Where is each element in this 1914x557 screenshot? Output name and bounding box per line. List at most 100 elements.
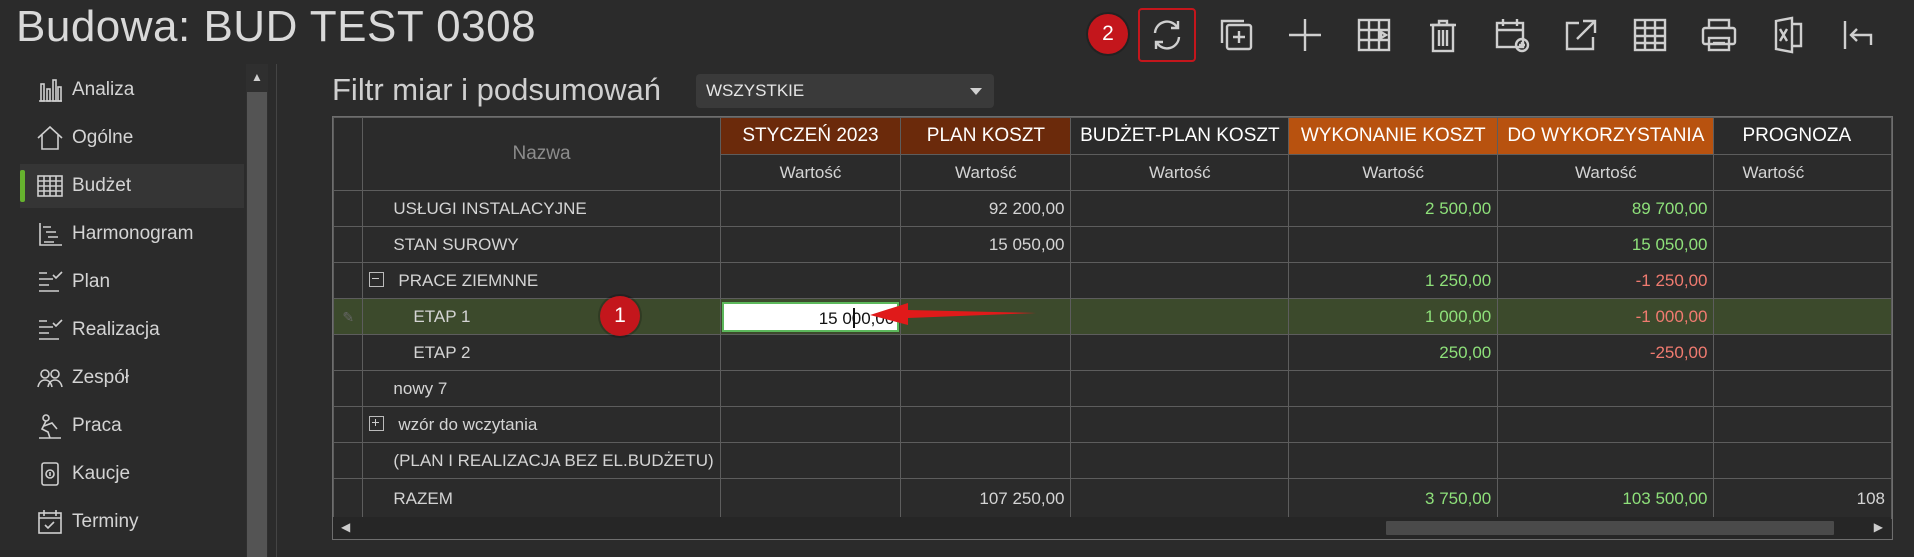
cell[interactable] xyxy=(900,442,1072,479)
row-selector[interactable] xyxy=(333,370,364,407)
cell[interactable] xyxy=(900,406,1072,443)
cell[interactable] xyxy=(1288,442,1499,479)
delete-button[interactable] xyxy=(1414,8,1472,62)
cell[interactable]: 1 250,00 xyxy=(1288,262,1499,299)
scroll-up-arrow-icon[interactable]: ▲ xyxy=(246,70,268,90)
row-name[interactable]: STAN SUROWY xyxy=(362,226,721,263)
insert-table-button[interactable] xyxy=(1345,8,1403,62)
column-header-do-wykorzystania[interactable]: DO WYKORZYSTANIA xyxy=(1497,117,1715,155)
scroll-thumb[interactable] xyxy=(247,92,267,557)
sidebar-item-kaucje[interactable]: Kaucje xyxy=(20,452,244,496)
sidebar-item-terminy[interactable]: Terminy xyxy=(20,500,244,544)
cell[interactable] xyxy=(1713,334,1892,371)
expand-icon[interactable] xyxy=(369,415,385,431)
cell[interactable] xyxy=(1070,334,1290,371)
grid-button[interactable] xyxy=(1621,8,1679,62)
sidebar-item-plan[interactable]: Plan xyxy=(20,260,244,304)
grid-horizontal-scrollbar[interactable]: ◀ ▶ xyxy=(333,517,1891,539)
row-name-cell[interactable]: PRACE ZIEMNNE xyxy=(362,262,721,299)
table-row-selected[interactable]: ✎ ETAP 1 15 000,00 1 000,00 -1 000,00 xyxy=(333,298,1892,335)
cell[interactable] xyxy=(900,370,1072,407)
cell[interactable] xyxy=(1070,190,1290,227)
cell[interactable] xyxy=(1288,226,1499,263)
refresh-button[interactable] xyxy=(1138,8,1196,62)
row-name[interactable]: ETAP 2 xyxy=(362,334,721,371)
cell[interactable] xyxy=(1070,442,1290,479)
cell[interactable] xyxy=(1288,406,1499,443)
table-row[interactable]: (PLAN I REALIZACJA BEZ EL.BUDŻETU) xyxy=(333,442,1892,479)
collapse-icon[interactable] xyxy=(369,271,385,287)
cell[interactable] xyxy=(719,442,902,479)
cell[interactable] xyxy=(719,190,902,227)
row-name[interactable]: nowy 7 xyxy=(362,370,721,407)
cell[interactable] xyxy=(1713,370,1892,407)
cell[interactable]: 92 200,00 xyxy=(900,190,1072,227)
cell[interactable] xyxy=(1713,262,1892,299)
scroll-left-arrow-icon[interactable]: ◀ xyxy=(341,520,350,534)
sidebar-scrollbar[interactable]: ▲ xyxy=(246,64,268,557)
cell[interactable] xyxy=(900,334,1072,371)
cell[interactable] xyxy=(1070,370,1290,407)
cell[interactable]: -1 250,00 xyxy=(1497,262,1715,299)
cell[interactable] xyxy=(719,334,902,371)
return-button[interactable] xyxy=(1828,8,1886,62)
table-row[interactable]: USŁUGI INSTALACYJNE 92 200,00 2 500,00 8… xyxy=(333,190,1892,227)
scroll-right-arrow-icon[interactable]: ▶ xyxy=(1874,520,1883,534)
column-header-name[interactable]: Nazwa xyxy=(362,117,721,191)
calendar-add-button[interactable] xyxy=(1483,8,1541,62)
row-selector[interactable] xyxy=(333,334,364,371)
cell[interactable] xyxy=(1070,298,1290,335)
table-row[interactable]: STAN SUROWY 15 050,00 15 050,00 xyxy=(333,226,1892,263)
cell[interactable]: 1 000,00 xyxy=(1288,298,1499,335)
column-header-budzet-plan-koszt[interactable]: BUDŻET-PLAN KOSZT xyxy=(1070,117,1290,155)
row-selector[interactable] xyxy=(333,442,364,479)
cell[interactable]: -250,00 xyxy=(1497,334,1715,371)
cell[interactable] xyxy=(1070,262,1290,299)
row-name-cell[interactable]: wzór do wczytania xyxy=(362,406,721,443)
hscroll-thumb[interactable] xyxy=(1386,521,1834,535)
row-selector[interactable]: ✎ xyxy=(333,298,364,335)
cell[interactable] xyxy=(1713,442,1892,479)
cell[interactable] xyxy=(1713,190,1892,227)
cell[interactable]: 2 500,00 xyxy=(1288,190,1499,227)
table-row[interactable]: PRACE ZIEMNNE 1 250,00 -1 250,00 xyxy=(333,262,1892,299)
sidebar-item-realizacja[interactable]: Realizacja xyxy=(20,308,244,352)
sidebar-item-analiza[interactable]: Analiza xyxy=(20,68,244,112)
cell[interactable]: 250,00 xyxy=(1288,334,1499,371)
table-row[interactable]: ETAP 2 250,00 -250,00 xyxy=(333,334,1892,371)
cell[interactable]: 89 700,00 xyxy=(1497,190,1715,227)
cell[interactable] xyxy=(1070,226,1290,263)
filter-dropdown[interactable]: WSZYSTKIE xyxy=(696,74,994,108)
add-button[interactable] xyxy=(1276,8,1334,62)
cell[interactable]: 15 050,00 xyxy=(1497,226,1715,263)
table-row[interactable]: wzór do wczytania xyxy=(333,406,1892,443)
sidebar-item-praca[interactable]: Praca xyxy=(20,404,244,448)
column-header-styczen[interactable]: STYCZEŃ 2023 xyxy=(719,117,902,155)
cell[interactable]: 15 050,00 xyxy=(900,226,1072,263)
excel-export-button[interactable] xyxy=(1759,8,1817,62)
cell[interactable] xyxy=(1497,406,1715,443)
cell[interactable] xyxy=(719,406,902,443)
cell[interactable]: -1 000,00 xyxy=(1497,298,1715,335)
column-header-wykonanie-koszt[interactable]: WYKONANIE KOSZT xyxy=(1288,117,1499,155)
row-name[interactable]: USŁUGI INSTALACYJNE xyxy=(362,190,721,227)
row-selector[interactable] xyxy=(333,226,364,263)
cell[interactable] xyxy=(1713,298,1892,335)
print-button[interactable] xyxy=(1690,8,1748,62)
table-row[interactable]: nowy 7 xyxy=(333,370,1892,407)
column-header-prognoza[interactable]: PROGNOZA xyxy=(1713,117,1892,155)
cell[interactable] xyxy=(1497,442,1715,479)
cell[interactable] xyxy=(900,262,1072,299)
open-external-button[interactable] xyxy=(1552,8,1610,62)
cell[interactable] xyxy=(719,370,902,407)
sidebar-item-budzet[interactable]: Budżet xyxy=(20,164,244,208)
row-selector[interactable] xyxy=(333,262,364,299)
duplicate-add-button[interactable] xyxy=(1207,8,1265,62)
cell[interactable] xyxy=(719,226,902,263)
row-name[interactable]: ETAP 1 xyxy=(362,298,721,335)
cell[interactable] xyxy=(1497,370,1715,407)
cell[interactable] xyxy=(1070,406,1290,443)
row-selector[interactable] xyxy=(333,406,364,443)
cell[interactable] xyxy=(1288,370,1499,407)
sidebar-item-harmonogram[interactable]: Harmonogram xyxy=(20,212,244,256)
